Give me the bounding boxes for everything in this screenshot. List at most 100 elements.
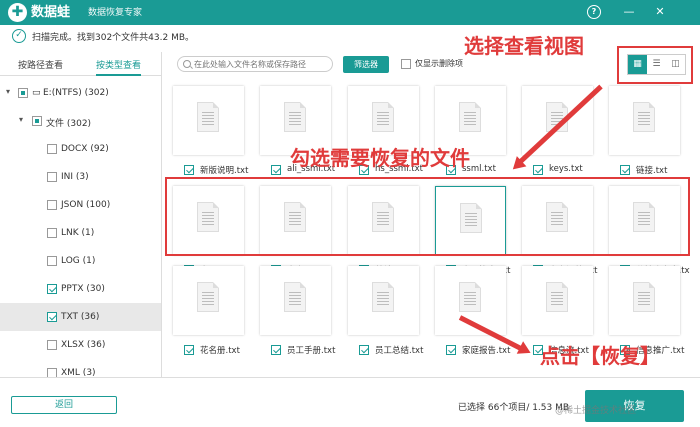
minimize-button[interactable]: — xyxy=(622,5,636,19)
file-card[interactable]: 家庭报告.txt xyxy=(435,266,511,358)
tree-item-label: XLSX (36) xyxy=(61,340,106,350)
watermark: @稀土掘金技术社区 xyxy=(555,406,637,416)
file-thumbnail[interactable] xyxy=(173,86,244,155)
tree-item-checkbox[interactable] xyxy=(47,144,57,154)
tree-item[interactable]: XLSX (36) xyxy=(0,331,161,359)
file-thumbnail[interactable] xyxy=(348,266,419,335)
file-checkbox[interactable] xyxy=(184,345,194,355)
tree-item[interactable]: INI (3) xyxy=(0,163,161,191)
tree-item-label: LNK (1) xyxy=(61,228,95,238)
file-checkbox[interactable] xyxy=(359,345,369,355)
view-switch-highlight xyxy=(617,46,693,84)
file-checkbox[interactable] xyxy=(184,165,194,175)
view-hint-annotation: 选择查看视图 xyxy=(464,34,584,58)
file-name: 员工手册.txt xyxy=(287,346,336,356)
tree-item-label: PPTX (30) xyxy=(61,284,105,294)
check-circle-icon: ✓ xyxy=(12,29,26,43)
tree-item[interactable]: ▾ 文件 (302) xyxy=(0,107,161,135)
tree-item-label: E:(NTFS) (302) xyxy=(43,88,109,98)
tab-by-path[interactable]: 按路径查看 xyxy=(18,52,63,76)
text-file-icon xyxy=(546,282,568,312)
tree-item-label: LOG (1) xyxy=(61,256,96,266)
title-bar: ✚ 数据蛙 数据恢复专家 ? — ✕ xyxy=(0,0,700,25)
recover-hint-annotation: 点击【恢复】 xyxy=(540,344,660,368)
file-checkbox[interactable] xyxy=(446,345,456,355)
text-file-icon xyxy=(372,102,394,132)
tree-item-checkbox[interactable] xyxy=(47,312,57,322)
text-file-icon xyxy=(633,282,655,312)
file-name: 家庭报告.txt xyxy=(462,346,511,356)
file-thumbnail[interactable] xyxy=(260,266,331,335)
file-checkbox[interactable] xyxy=(620,165,630,175)
tree-item-label: JSON (100) xyxy=(61,200,111,210)
text-file-icon xyxy=(284,102,306,132)
scan-status-bar: ✓ 扫描完成。找到302个文件共43.2 MB。 xyxy=(0,25,700,47)
selected-info: 已选择 66个项目/ 1.53 MB xyxy=(458,403,570,413)
file-card[interactable]: 花名册.txt xyxy=(173,266,249,358)
view-mode-tabs: 按路径查看 按类型查看 xyxy=(0,52,162,76)
search-icon xyxy=(183,60,191,68)
tree-item-label: TXT (36) xyxy=(61,312,100,322)
app-logo-icon: ✚ xyxy=(8,3,27,22)
file-thumbnail[interactable] xyxy=(609,86,680,155)
tree-item[interactable]: LOG (1) xyxy=(0,247,161,275)
tree-item[interactable]: ▾ ▭ E:(NTFS) (302) xyxy=(0,79,161,107)
tree-item-checkbox[interactable] xyxy=(47,256,57,266)
bottom-bar: 返回 已选择 66个项目/ 1.53 MB 恢复 xyxy=(0,377,700,427)
tree-item[interactable]: LNK (1) xyxy=(0,219,161,247)
file-checkbox[interactable] xyxy=(533,165,543,175)
filter-button[interactable]: 筛选器 xyxy=(343,56,389,73)
only-deleted-checkbox[interactable] xyxy=(401,59,411,69)
file-thumbnail[interactable] xyxy=(522,86,593,155)
search-input[interactable] xyxy=(194,58,330,70)
back-button[interactable]: 返回 xyxy=(11,396,117,414)
tree-item-checkbox[interactable] xyxy=(47,172,57,182)
tree-item-checkbox[interactable] xyxy=(32,116,42,126)
tree-item-checkbox[interactable] xyxy=(47,200,57,210)
text-file-icon xyxy=(284,282,306,312)
file-checkbox[interactable] xyxy=(271,345,281,355)
selection-row-highlight xyxy=(165,177,690,256)
text-file-icon xyxy=(633,102,655,132)
tree-item[interactable]: PPTX (30) xyxy=(0,275,161,303)
sidebar: 按路径查看 按类型查看 ▾ ▭ E:(NTFS) (302) ▾ 文件 (302) DOC… xyxy=(0,52,162,378)
text-file-icon xyxy=(372,282,394,312)
text-file-icon xyxy=(197,282,219,312)
select-hint-annotation: 勾选需要恢复的文件 xyxy=(290,146,470,170)
chevron-down-icon[interactable]: ▾ xyxy=(6,87,10,96)
file-card[interactable]: 链接.txt xyxy=(609,86,685,178)
file-name: 新版说明.txt xyxy=(200,166,249,176)
file-name: keys.txt xyxy=(549,164,583,174)
tree-item-checkbox[interactable] xyxy=(18,88,28,98)
file-checkbox[interactable] xyxy=(271,165,281,175)
file-thumbnail[interactable] xyxy=(173,266,244,335)
tree-item-label: 文件 (302) xyxy=(46,119,92,129)
tree-item-label: INI (3) xyxy=(61,172,89,182)
app-subtitle: 数据恢复专家 xyxy=(88,8,143,18)
chevron-down-icon[interactable]: ▾ xyxy=(19,115,23,124)
file-card[interactable]: 员工总结.txt xyxy=(348,266,424,358)
file-thumbnail[interactable] xyxy=(522,266,593,335)
tree-item[interactable]: TXT (36) xyxy=(0,303,161,331)
only-deleted-label: 仅显示删除项 xyxy=(415,59,463,68)
tree-item-checkbox[interactable] xyxy=(47,284,57,294)
file-card[interactable]: 员工手册.txt xyxy=(260,266,336,358)
tree-item[interactable]: DOCX (92) xyxy=(0,135,161,163)
help-button[interactable]: ? xyxy=(587,5,601,19)
tree-item-checkbox[interactable] xyxy=(47,340,57,350)
text-file-icon xyxy=(197,102,219,132)
search-box[interactable] xyxy=(177,56,333,72)
text-file-icon xyxy=(459,102,481,132)
drive-icon: ▭ xyxy=(32,88,41,98)
file-name: 员工总结.txt xyxy=(375,346,424,356)
file-thumbnail[interactable] xyxy=(609,266,680,335)
close-button[interactable]: ✕ xyxy=(653,5,667,19)
file-card[interactable]: 新版说明.txt xyxy=(173,86,249,178)
file-name: 花名册.txt xyxy=(200,346,240,356)
file-name: 链接.txt xyxy=(636,166,668,176)
tab-by-type[interactable]: 按类型查看 xyxy=(96,52,142,76)
tree-item-checkbox[interactable] xyxy=(47,228,57,238)
tree-item[interactable]: JSON (100) xyxy=(0,191,161,219)
app-name: 数据蛙 xyxy=(31,5,71,20)
text-file-icon xyxy=(459,282,481,312)
